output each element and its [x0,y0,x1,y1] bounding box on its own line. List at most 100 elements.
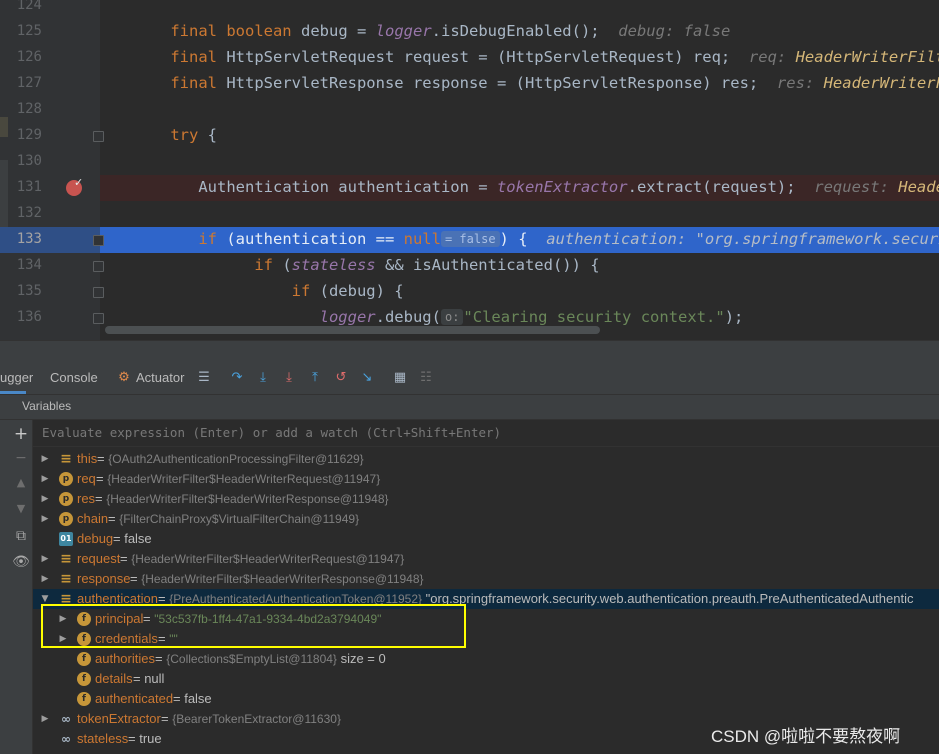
expand-arrow-icon[interactable]: ▶ [39,549,51,569]
variable-value: = null [133,671,165,686]
variables-tree[interactable]: ▶ ≡ this = {OAuth2AuthenticationProcessing… [33,447,939,754]
add-watch-icon[interactable]: + [10,424,32,444]
primitive-icon: 01 [59,532,73,546]
variable-value: = {Collections$EmptyList@11804} size = 0 [155,651,386,666]
fold-marker-icon[interactable] [93,313,104,324]
variable-name: response [77,571,131,586]
expand-arrow-icon[interactable]: ▶ [39,489,51,509]
variable-value: = {HeaderWriterFilter$HeaderWriterReques… [120,551,405,566]
line-number: 135 [16,283,42,299]
run-to-cursor-icon[interactable]: ↘ [359,370,375,386]
code-line: final HttpServletRequest request = (Http… [170,48,939,66]
variable-name: tokenExtractor [77,711,161,726]
variable-value: = false [173,691,212,706]
variable-name: debug [77,531,114,546]
fold-marker-icon[interactable] [93,287,104,298]
watch-expression-input[interactable]: Evaluate expression (Enter) or add a wat… [33,420,939,447]
field-reference-icon: ∞ [61,732,71,746]
variable-row-authenticated[interactable]: f authenticated = false [33,689,939,709]
variable-value: = true [128,731,162,746]
variable-name: this [77,451,98,466]
highlight-box [41,604,466,648]
tab-console[interactable]: Console [50,364,98,394]
step-out-icon[interactable]: ⤒ [307,370,323,386]
code-line: Authentication authentication = tokenExt… [198,178,939,196]
line-number-current: 133 [16,231,42,247]
drop-frame-icon[interactable]: ↺ [333,370,349,386]
expand-arrow-icon[interactable]: ▶ [39,469,51,489]
variable-row-request[interactable]: ▶ ≡ request = {HeaderWriterFilter$HeaderWr… [33,549,939,569]
remove-watch-icon[interactable]: − [10,450,32,466]
code-line: if (debug) { [291,282,404,300]
restore-layout-icon[interactable]: ☰ [196,370,212,386]
breakpoint-check-icon: ✓ [74,176,84,189]
debug-toolbar: ugger Console ⚙ Actuator ☰ ↷ ⤓ ⤓ ⤒ ↺ ↘ ▦… [0,364,939,395]
parameter-icon: p [59,512,73,526]
expand-arrow-icon[interactable]: ▶ [39,449,51,469]
local-variable-icon: ≡ [60,571,72,587]
line-number: 124 [16,0,42,13]
code-line: final HttpServletResponse response = (Ht… [170,74,939,92]
evaluate-expression-icon[interactable]: ▦ [392,370,408,386]
tab-actuator[interactable]: Actuator [136,364,184,394]
tab-debugger[interactable]: ugger [0,364,33,394]
field-icon: f [77,672,91,686]
fold-marker-icon[interactable] [93,261,104,272]
field-reference-icon: ∞ [61,712,71,726]
variable-value: = {FilterChainProxy$VirtualFilterChain@1… [108,511,360,526]
expand-arrow-icon[interactable]: ▶ [39,709,51,729]
variable-name: authenticated [95,691,174,706]
field-icon: f [77,692,91,706]
variable-row-chain[interactable]: ▶ p chain = {FilterChainProxy$VirtualFilte… [33,509,939,529]
parameter-icon: p [59,472,73,486]
line-number: 126 [16,49,42,65]
force-step-into-icon[interactable]: ⤓ [281,370,297,386]
show-watches-icon[interactable]: 👁 [10,554,32,570]
variable-row-req[interactable]: ▶ p req = {HeaderWriterFilter$HeaderWriter… [33,469,939,489]
line-number: 125 [16,23,42,39]
step-over-icon[interactable]: ↷ [229,370,245,386]
variable-row-response[interactable]: ▶ ≡ response = {HeaderWriterFilter$HeaderW… [33,569,939,589]
expand-arrow-icon[interactable]: ▶ [39,509,51,529]
variable-row-this[interactable]: ▶ ≡ this = {OAuth2AuthenticationProcessing… [33,449,939,469]
fold-marker-icon[interactable] [93,235,104,246]
variable-row-res[interactable]: ▶ p res = {HeaderWriterFilter$HeaderWriter… [33,489,939,509]
duplicate-watch-icon[interactable]: ⧉ [10,528,32,544]
variable-row-authorities[interactable]: f authorities = {Collections$EmptyList@11… [33,649,939,669]
variable-row-details[interactable]: f details = null [33,669,939,689]
line-number: 134 [16,257,42,273]
move-down-icon[interactable]: ▼ [10,502,32,515]
variable-row-debug[interactable]: 01 debug = false [33,529,939,549]
trace-stream-icon[interactable]: ☷ [418,370,434,386]
variable-name: stateless [77,731,129,746]
actuator-icon: ⚙ [118,370,130,385]
line-number: 130 [16,153,42,169]
variable-value: = {HeaderWriterFilter$HeaderWriterReques… [96,471,381,486]
variables-title: Variables [22,399,72,413]
variable-name: request [77,551,121,566]
watch-placeholder: Evaluate expression (Enter) or add a wat… [42,425,502,440]
variable-value: = {OAuth2AuthenticationProcessingFilter@… [97,451,364,466]
horizontal-scrollbar[interactable] [105,326,600,334]
variable-value: = {BearerTokenExtractor@11630} [161,711,341,726]
code-line: try { [170,126,217,144]
code-line: final boolean debug = logger.isDebugEnab… [170,22,731,40]
variable-name: req [77,471,96,486]
code-editor[interactable]: 124 125 126 127 128 129 130 131 132 133 … [0,0,939,340]
frames-panel-edge [0,420,10,754]
watermark: CSDN @啦啦不要熬夜啊 [711,727,901,746]
variable-name: res [77,491,96,506]
parameter-icon: p [59,492,73,506]
editor-left-stripe [0,160,8,230]
expand-arrow-icon[interactable]: ▶ [39,569,51,589]
line-number: 129 [16,127,42,143]
variable-value: = {HeaderWriterFilter$HeaderWriterRespon… [95,491,389,506]
fold-marker-icon[interactable] [93,131,104,142]
code-line: if (stateless && isAuthenticated()) { [254,256,600,274]
variable-value: = false [113,531,152,546]
step-into-icon[interactable]: ⤓ [255,370,271,386]
field-icon: f [77,652,91,666]
move-up-icon[interactable]: ▲ [10,476,32,489]
panel-splitter[interactable] [0,340,939,365]
variables-side-toolbar: + − ▲ ▼ ⧉ 👁 [10,420,33,754]
